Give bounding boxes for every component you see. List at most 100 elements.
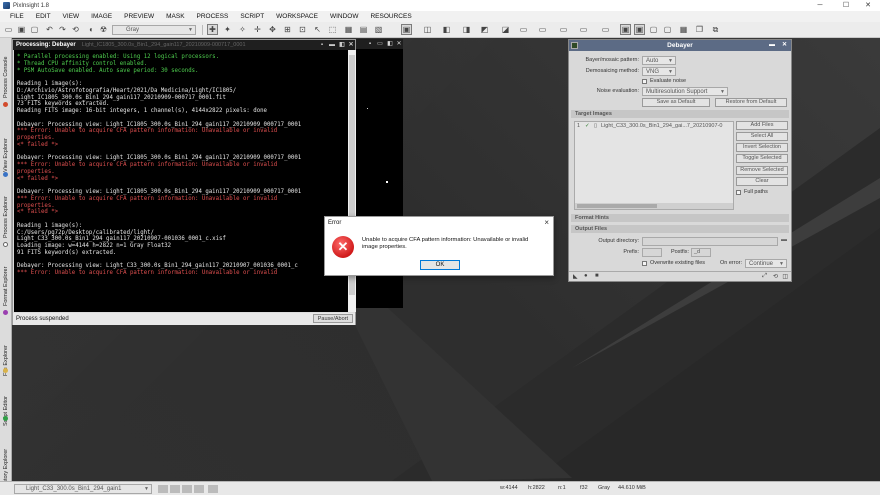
tab-process-console[interactable]: Process Console <box>1 40 11 98</box>
list-hscrollbar[interactable] <box>575 203 733 209</box>
display-mode-icon[interactable]: ▣ <box>401 24 412 35</box>
process-icon-b[interactable]: ▭ <box>537 24 548 35</box>
apply-icon[interactable]: ■ <box>595 273 599 279</box>
console-header[interactable]: Processing: Debayer Light_IC1805_300.0s_… <box>13 40 355 50</box>
console-shade-icon[interactable]: ▬ <box>328 41 336 49</box>
process-icon-e[interactable]: ▭ <box>600 24 611 35</box>
menu-file[interactable]: FILE <box>10 13 24 20</box>
full-paths-checkbox[interactable] <box>736 190 741 195</box>
apply-global-icon[interactable]: ● <box>584 273 588 279</box>
process-icon-a[interactable]: ▭ <box>518 24 529 35</box>
zoom-box-5[interactable] <box>208 485 218 493</box>
mask-invert-icon[interactable]: ◨ <box>461 24 472 35</box>
zoom-box-4[interactable] <box>194 485 204 493</box>
console-output[interactable]: * Parallel processing enabled: Using 12 … <box>14 50 348 312</box>
scrollbar-thumb[interactable] <box>577 204 657 208</box>
console-menu-icon[interactable]: ▪ <box>318 41 326 49</box>
error-dialog-header[interactable]: Error × <box>325 217 553 228</box>
menu-window[interactable]: WINDOW <box>330 13 359 20</box>
tab-process-explorer[interactable]: Process Explorer <box>1 178 11 238</box>
menu-edit[interactable]: EDIT <box>36 13 51 20</box>
close-image-icon[interactable]: ▢ <box>29 24 40 35</box>
mask-show-icon[interactable]: ◫ <box>422 24 433 35</box>
check-icon[interactable]: ✓ <box>585 123 590 129</box>
menu-process[interactable]: PROCESS <box>197 13 229 20</box>
add-files-button[interactable]: Add Files <box>736 121 788 130</box>
description-icon[interactable]: ⤢ <box>762 273 767 280</box>
preview-tool-icon[interactable]: ⬚ <box>327 24 338 35</box>
on-error-select[interactable]: Continue ▼ <box>745 259 787 268</box>
new-preview-icon[interactable]: ▦ <box>343 24 354 35</box>
info-icon[interactable]: ◫ <box>782 273 788 280</box>
workspace-3-icon[interactable]: ▢ <box>648 24 659 35</box>
tab-view-explorer[interactable]: View Explorer <box>1 118 11 172</box>
pause-abort-button[interactable]: Pause/Abort <box>312 314 353 323</box>
select-tool-icon[interactable]: ↖ <box>312 24 323 35</box>
overwrite-checkbox[interactable] <box>642 261 647 266</box>
stf-track-icon[interactable]: ◐ <box>86 24 97 35</box>
grid-icon[interactable]: ▦ <box>678 24 689 35</box>
mask-enable-icon[interactable]: ◧ <box>441 24 452 35</box>
image-window-titlebar[interactable]: ▪ ▭ ◧ ✕ <box>356 39 403 49</box>
process-icon-d[interactable]: ▭ <box>578 24 589 35</box>
new-instance-icon[interactable]: ◣ <box>573 273 578 280</box>
pointer-icon[interactable]: ✚ <box>207 24 218 35</box>
menu-image[interactable]: IMAGE <box>91 13 112 20</box>
toggle-selected-button[interactable]: Toggle Selected <box>736 154 788 163</box>
reset-icon[interactable]: ⟲ <box>70 24 81 35</box>
ok-button[interactable]: OK <box>420 260 460 270</box>
folder-icon[interactable]: ▬ <box>781 237 787 243</box>
format-hints-section[interactable]: Format Hints <box>571 214 789 222</box>
target-images-section[interactable]: Target Images <box>571 110 789 118</box>
zoom-in-icon[interactable]: ✦ <box>222 24 233 35</box>
noise-evaluation-select[interactable]: Multiresolution Support ▼ <box>642 87 728 96</box>
edit-preview-icon[interactable]: ▤ <box>358 24 369 35</box>
workspace-2-icon[interactable]: ▣ <box>634 24 645 35</box>
list-item[interactable]: 1 ✓ ▯ Light_C33_300.0s_Bin1_294_gai...7_… <box>575 122 733 131</box>
output-files-section[interactable]: Output Files <box>571 225 789 233</box>
close-button[interactable]: ✕ <box>856 0 880 11</box>
maximize-button[interactable]: ☐ <box>834 0 858 11</box>
bayer-pattern-select[interactable]: Auto ▼ <box>642 56 676 65</box>
output-directory-field[interactable] <box>642 237 778 246</box>
fit-window-icon[interactable]: ⊡ <box>297 24 308 35</box>
select-all-button[interactable]: Select All <box>736 132 788 141</box>
tile-icon[interactable]: ⧉ <box>710 24 721 35</box>
menu-script[interactable]: SCRIPT <box>240 13 264 20</box>
delete-preview-icon[interactable]: ▧ <box>373 24 384 35</box>
menu-view[interactable]: VIEW <box>63 13 80 20</box>
postfix-field[interactable]: _d <box>691 248 711 257</box>
prefix-field[interactable] <box>642 248 662 257</box>
zoom-box-1[interactable] <box>158 485 168 493</box>
save-as-default-button[interactable]: Save as Default <box>642 98 710 107</box>
open-file-icon[interactable]: ▭ <box>3 24 14 35</box>
debayer-header[interactable]: Debayer ▬ ✕ <box>569 40 791 51</box>
menu-workspace[interactable]: WORKSPACE <box>276 13 318 20</box>
zoom-box-3[interactable] <box>182 485 192 493</box>
stf-auto-icon[interactable]: ☢ <box>98 24 109 35</box>
zoom-out-icon[interactable]: ✧ <box>237 24 248 35</box>
script-run-icon[interactable]: ◪ <box>500 24 511 35</box>
tab-format-explorer[interactable]: Format Explorer <box>1 248 11 306</box>
image-window-pin-icon[interactable]: ◧ <box>386 40 394 48</box>
process-icon-c[interactable]: ▭ <box>558 24 569 35</box>
readout-icon[interactable]: ✛ <box>252 24 263 35</box>
menu-resources[interactable]: RESOURCES <box>370 13 411 20</box>
channel-select[interactable]: Gray ▼ <box>112 25 196 35</box>
reset-icon[interactable]: ⟲ <box>773 273 778 280</box>
image-window-menu-icon[interactable]: ▪ <box>366 40 374 48</box>
menu-mask[interactable]: MASK <box>166 13 184 20</box>
zoom-box-2[interactable] <box>170 485 180 493</box>
image-window-shade-icon[interactable]: ▭ <box>376 40 384 48</box>
workspace-4-icon[interactable]: ▢ <box>662 24 673 35</box>
demosaic-method-select[interactable]: VNG ▼ <box>642 67 676 76</box>
workspace-1-icon[interactable]: ▣ <box>620 24 631 35</box>
redo-icon[interactable]: ↷ <box>57 24 68 35</box>
minimize-button[interactable]: ─ <box>808 0 832 11</box>
image-window-close-icon[interactable]: ✕ <box>395 40 403 48</box>
debayer-close-icon[interactable]: ✕ <box>782 40 787 51</box>
tab-history-explorer[interactable]: History Explorer <box>1 428 11 488</box>
menu-preview[interactable]: PREVIEW <box>124 13 154 20</box>
view-selector[interactable]: Light_C33_300.0s_Bin1_294_gain1 ▼ <box>14 484 152 494</box>
clear-button[interactable]: Clear <box>736 177 788 186</box>
